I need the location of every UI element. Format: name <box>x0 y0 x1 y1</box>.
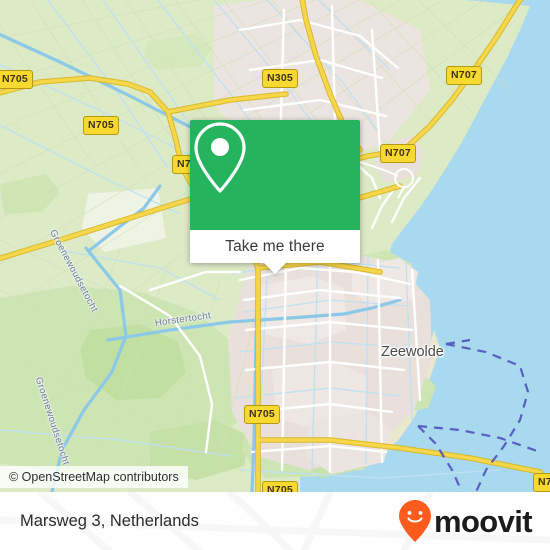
popup-icon-panel <box>190 120 360 230</box>
moovit-logo[interactable]: moovit <box>398 492 533 550</box>
address-title: Marsweg 3, Netherlands <box>20 511 199 530</box>
map-screenshot: Zeewolde Groenewoudsetocht Horstertocht … <box>0 0 550 550</box>
road-shield-n705-northwest[interactable]: N705 <box>83 116 119 135</box>
map-canvas[interactable]: Zeewolde Groenewoudsetocht Horstertocht … <box>0 0 550 492</box>
osm-attribution[interactable]: © OpenStreetMap contributors <box>0 466 188 488</box>
footer-bar: Marsweg 3, Netherlands moovit <box>0 492 550 550</box>
road-shield-n705-bottom[interactable]: N705 <box>262 481 298 492</box>
moovit-pin-icon <box>398 500 431 542</box>
destination-popup-card[interactable]: Take me there <box>190 120 360 274</box>
map-pin-icon <box>194 122 246 193</box>
place-label-zeewolde: Zeewolde <box>381 344 444 360</box>
road-shield-n705-west[interactable]: N705 <box>0 70 33 89</box>
road-shield-n7-corner[interactable]: N7 <box>533 473 550 492</box>
road-shield-n707-north[interactable]: N707 <box>446 66 482 85</box>
road-shield-n705-south[interactable]: N705 <box>244 405 280 424</box>
take-me-there-label: Take me there <box>225 237 325 255</box>
popup-action-panel[interactable]: Take me there <box>190 230 360 274</box>
road-shield-n707-east[interactable]: N707 <box>380 144 416 163</box>
moovit-wordmark: moovit <box>433 503 533 539</box>
popup-pointer-tail <box>264 263 286 274</box>
road-shield-n305[interactable]: N305 <box>262 69 298 88</box>
